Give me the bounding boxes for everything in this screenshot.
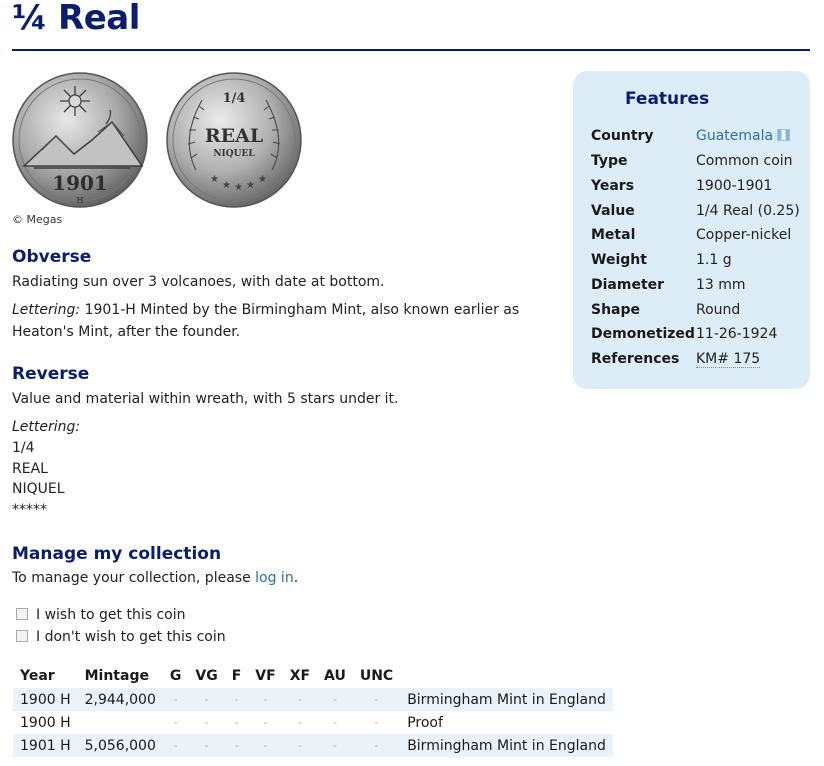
obverse-mint-mark: H [77, 196, 84, 205]
reverse-heading: Reverse [12, 364, 90, 384]
feature-row-years: Years 1900-1901 [591, 178, 773, 194]
feature-row-metal: Metal Copper-nickel [591, 227, 792, 243]
table-row: 1900 H - - - - - - - Proof [20, 714, 443, 731]
obverse-lettering: Lettering: 1901-H Minted by the Birmingh… [12, 299, 562, 343]
table-row: 1900 H 2,944,000 - - - - - - - Birmingha… [13, 688, 613, 711]
title-divider [12, 49, 810, 51]
login-link[interactable]: log in [255, 570, 294, 586]
obverse-lettering-text: 1901-H Minted by the Birmingham Mint, al… [12, 302, 520, 340]
reverse-metal-text: NIQUEL [213, 149, 255, 159]
lettering-line: ***** [12, 501, 47, 518]
col-grade-xf[interactable]: XF [283, 663, 317, 688]
lettering-line: REAL [12, 460, 48, 477]
star-icon: ★ [222, 180, 231, 191]
image-credit: © Megas [12, 213, 63, 226]
country-link[interactable]: Guatemala [696, 128, 773, 144]
col-grade-unc[interactable]: UNC [353, 663, 400, 688]
col-grade-au[interactable]: AU [317, 663, 353, 688]
reverse-denom-text: REAL [205, 125, 263, 147]
wish-label: I wish to get this coin [36, 607, 186, 623]
star-icon: ★ [234, 182, 243, 193]
mintage-table: Year Mintage G VG F VF XF AU UNC 1900 H … [13, 663, 613, 757]
reverse-lettering-lines: 1/4 REAL NIQUEL ***** [12, 438, 65, 520]
table-row: 1901 H 5,056,000 - - - - - - - Birmingha… [13, 734, 613, 757]
feature-row-diameter: Diameter 13 mm [591, 277, 746, 293]
reverse-description: Value and material within wreath, with 5… [12, 391, 399, 407]
obverse-description: Radiating sun over 3 volcanoes, with dat… [12, 274, 385, 290]
star-icon: ★ [246, 180, 255, 191]
reverse-value-text: 1/4 [223, 91, 246, 106]
features-panel: Features Country Guatemala Type Common co… [573, 71, 810, 389]
star-icon: ★ [210, 174, 219, 185]
col-grade-vf[interactable]: VF [248, 663, 282, 688]
feature-row-demonetized: Demonetized 11-26-1924 [591, 326, 778, 342]
col-note [400, 663, 613, 688]
reverse-coin-image[interactable]: 1/4 REAL NIQUEL ★ ★ ★ ★ ★ [166, 70, 302, 210]
lettering-line: NIQUEL [12, 481, 65, 497]
feature-row-country: Country Guatemala [591, 128, 806, 152]
col-mintage: Mintage [84, 667, 149, 684]
page-title: ¼ Real [12, 0, 140, 38]
collection-prompt: To manage your collection, please log in… [12, 570, 299, 586]
lettering-line: 1/4 [12, 440, 35, 456]
wish-option[interactable]: I wish to get this coin [16, 607, 186, 623]
wish-checkbox[interactable] [16, 608, 28, 620]
feature-row-references: References KM# 175 [591, 351, 761, 368]
star-icon: ★ [258, 174, 267, 185]
nowish-checkbox[interactable] [16, 630, 28, 642]
feature-row-type: Type Common coin [591, 153, 793, 169]
references-value[interactable]: KM# 175 [696, 351, 761, 368]
collection-heading: Manage my collection [12, 544, 222, 564]
col-grade-g[interactable]: G [163, 663, 189, 688]
feature-row-value: Value 1/4 Real (0.25) [591, 203, 800, 219]
feature-row-shape: Shape Round [591, 302, 741, 318]
feature-row-weight: Weight 1.1 g [591, 252, 732, 268]
nowish-option[interactable]: I don't wish to get this coin [16, 629, 226, 645]
obverse-coin-image[interactable]: 1901 H [12, 70, 148, 210]
col-grade-f[interactable]: F [225, 663, 249, 688]
reverse-lettering-label: Lettering: [12, 419, 81, 435]
nowish-label: I don't wish to get this coin [36, 629, 226, 645]
col-grade-vg[interactable]: VG [188, 663, 224, 688]
col-year: Year [20, 667, 55, 684]
obverse-heading: Obverse [12, 247, 92, 267]
guatemala-flag-icon [777, 129, 791, 141]
features-heading: Features [625, 89, 710, 109]
obverse-date-text: 1901 [52, 171, 108, 195]
obverse-lettering-label: Lettering: [12, 302, 81, 318]
table-header-row: Year Mintage G VG F VF XF AU UNC [13, 663, 613, 688]
